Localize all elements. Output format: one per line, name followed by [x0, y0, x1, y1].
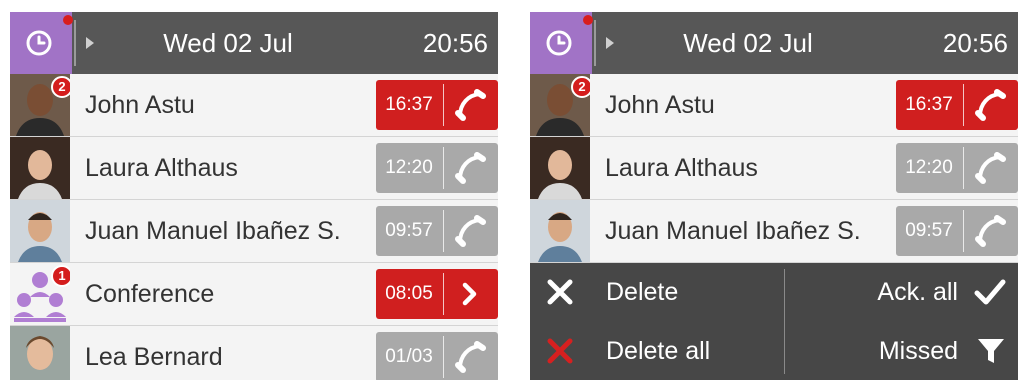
caller-name: Juan Manuel Ibañez S.: [85, 217, 341, 245]
delete-all-button[interactable]: Delete all: [530, 322, 784, 380]
missed-filter-button[interactable]: Missed: [785, 322, 1018, 380]
ack-all-button[interactable]: Ack. all: [785, 263, 1018, 321]
avatar: [10, 200, 70, 262]
call-row[interactable]: Juan Manuel Ibañez S. 09:57: [10, 200, 498, 263]
callback-button[interactable]: 09:57: [896, 206, 1018, 256]
panel-grip[interactable]: [594, 20, 596, 66]
conference-details-button[interactable]: 08:05: [376, 269, 498, 319]
callback-button[interactable]: 09:57: [376, 206, 498, 256]
ack-all-label: Ack. all: [877, 278, 958, 306]
action-panel: Delete Delete all Ack. all Missed: [530, 263, 1018, 380]
call-time: 09:57: [385, 220, 433, 241]
avatar: [10, 326, 70, 380]
callback-button[interactable]: 12:20: [896, 143, 1018, 193]
callback-button[interactable]: 16:37: [376, 80, 498, 130]
caller-name: Conference: [85, 280, 215, 308]
call-history-button[interactable]: [10, 12, 73, 74]
delete-all-label: Delete all: [606, 337, 711, 365]
caller-name: Juan Manuel Ibañez S.: [605, 217, 861, 245]
status-header: Wed 02 Jul 20:56: [530, 12, 1018, 74]
clock-icon: [26, 30, 52, 56]
delete-button[interactable]: Delete: [530, 263, 784, 321]
avatar: 2: [530, 74, 590, 136]
callback-button[interactable]: 01/03: [376, 332, 498, 380]
missed-count-badge: 1: [51, 265, 70, 287]
call-time: 08:05: [385, 283, 433, 304]
call-time: 16:37: [385, 94, 433, 115]
filter-icon: [978, 339, 1004, 363]
callback-button[interactable]: 16:37: [896, 80, 1018, 130]
conference-avatar: 1: [10, 263, 70, 325]
checkmark-icon: [974, 279, 1006, 305]
call-time: 12:20: [385, 157, 433, 178]
call-row[interactable]: Laura Althaus 12:20: [10, 137, 498, 200]
chevron-right-icon[interactable]: [86, 37, 94, 49]
call-time: 16:37: [905, 94, 953, 115]
call-history-button[interactable]: [530, 12, 593, 74]
clock-icon: [546, 30, 572, 56]
call-log-screen: Wed 02 Jul 20:56 2 John Astu 16:37 Laura…: [10, 12, 498, 380]
avatar: 2: [10, 74, 70, 136]
call-list: 2 John Astu 16:37 Laura Althaus 12:20 Ju…: [530, 74, 1018, 263]
phone-handset-icon: [455, 89, 486, 121]
close-icon: [547, 279, 573, 305]
call-row[interactable]: Lea Bernard 01/03: [10, 326, 498, 380]
phone-handset-icon: [975, 152, 1006, 184]
call-time: 12:20: [905, 157, 953, 178]
panel-grip[interactable]: [74, 20, 76, 66]
phone-handset-icon: [975, 215, 1006, 247]
caller-name: Laura Althaus: [85, 154, 238, 182]
header-time: 20:56: [942, 28, 1008, 58]
avatar: [530, 200, 590, 262]
call-log-screen-with-actions: Wed 02 Jul 20:56 2 John Astu 16:37 Laura…: [530, 12, 1018, 380]
avatar: [10, 137, 70, 199]
callback-button[interactable]: 12:20: [376, 143, 498, 193]
chevron-right-icon: [462, 282, 477, 306]
phone-handset-icon: [975, 89, 1006, 121]
header-date: Wed 02 Jul: [683, 28, 813, 58]
missed-count-badge: 2: [571, 76, 590, 98]
missed-label: Missed: [878, 337, 958, 365]
call-row[interactable]: Juan Manuel Ibañez S. 09:57: [530, 200, 1018, 263]
call-time: 09:57: [905, 220, 953, 241]
call-row[interactable]: 1 Conference 08:05: [10, 263, 498, 326]
phone-handset-icon: [455, 152, 486, 184]
caller-name: John Astu: [85, 91, 195, 119]
header-time: 20:56: [422, 28, 488, 58]
header-date: Wed 02 Jul: [163, 28, 293, 58]
call-row[interactable]: Laura Althaus 12:20: [530, 137, 1018, 200]
chevron-right-icon[interactable]: [606, 37, 614, 49]
call-row[interactable]: 2 John Astu 16:37: [10, 74, 498, 137]
phone-handset-icon: [455, 341, 486, 373]
call-list: 2 John Astu 16:37 Laura Althaus 12:20 Ju…: [10, 74, 498, 380]
caller-name: Laura Althaus: [605, 154, 758, 182]
status-header: Wed 02 Jul 20:56: [10, 12, 498, 74]
caller-name: Lea Bernard: [85, 343, 223, 371]
notification-dot: [583, 15, 593, 25]
call-time: 01/03: [385, 346, 433, 367]
avatar: [530, 137, 590, 199]
caller-name: John Astu: [605, 91, 715, 119]
phone-handset-icon: [455, 215, 486, 247]
notification-dot: [63, 15, 73, 25]
delete-label: Delete: [606, 278, 679, 306]
missed-count-badge: 2: [51, 76, 70, 98]
call-row[interactable]: 2 John Astu 16:37: [530, 74, 1018, 137]
close-red-icon: [547, 338, 573, 364]
